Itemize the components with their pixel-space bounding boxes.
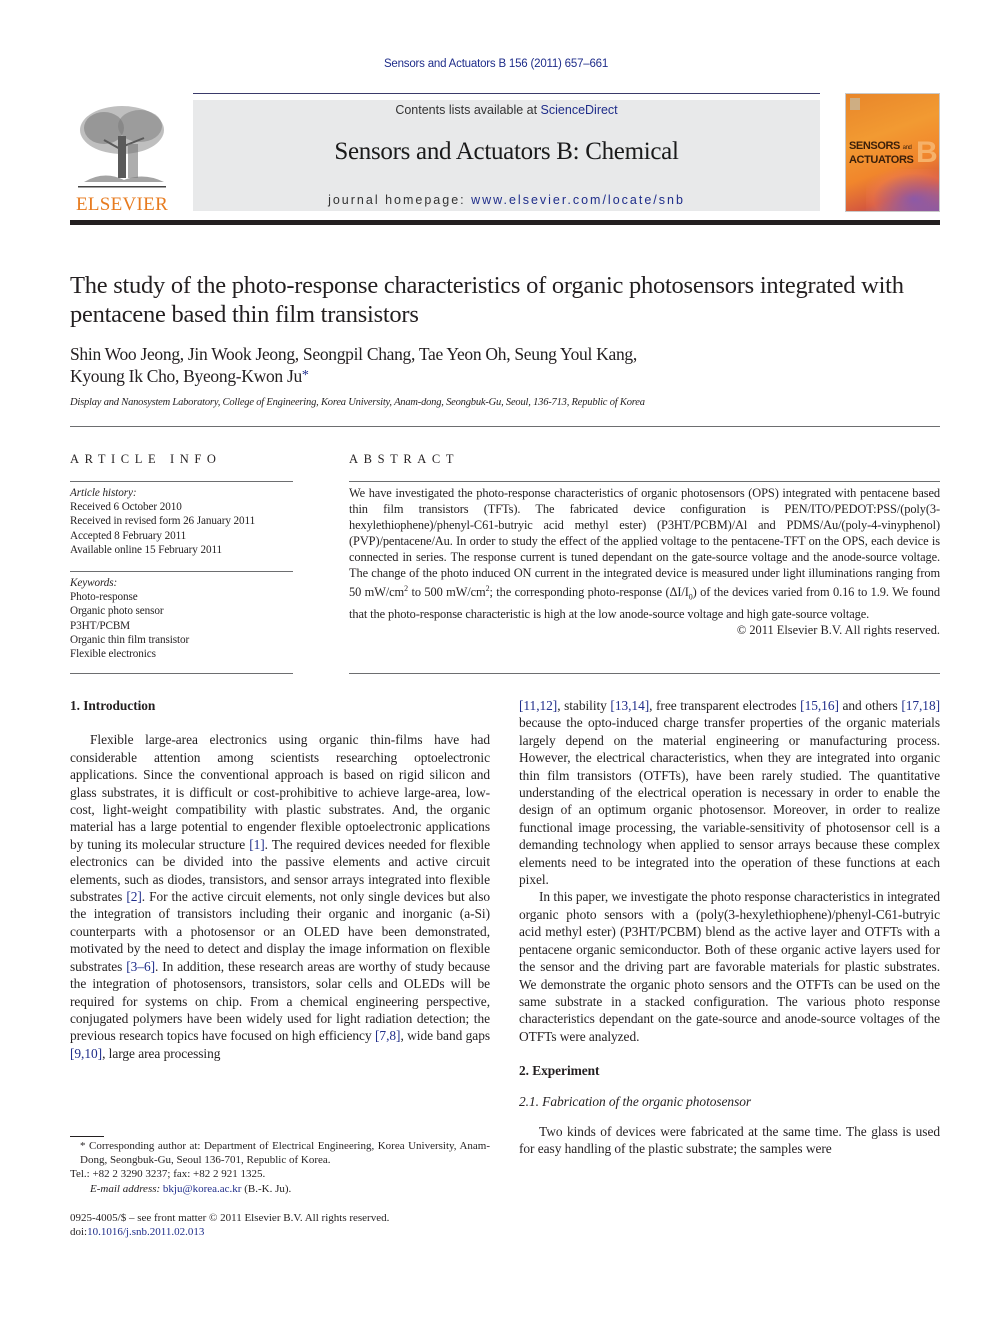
corresponding-author-note: * Corresponding author at: Department of…	[70, 1139, 490, 1167]
contact-phone: Tel.: +82 2 3290 3237; fax: +82 2 921 13…	[70, 1168, 266, 1181]
author-list: Shin Woo Jeong, Jin Wook Jeong, Seongpil…	[70, 343, 940, 387]
subsection-heading-fabrication: 2.1. Fabrication of the organic photosen…	[519, 1093, 752, 1109]
elsevier-tree-icon	[78, 106, 166, 188]
front-matter: 0925-4005/$ – see front matter © 2011 El…	[70, 1211, 490, 1239]
email-label: E-mail address:	[90, 1182, 163, 1195]
history-item: Available online 15 February 2011	[70, 543, 223, 556]
abstract-heading: ABSTRACT	[349, 452, 460, 466]
reference-link[interactable]: [11,12]	[519, 698, 557, 713]
intro-paragraph-2: In this paper, we investigate the photo …	[519, 889, 940, 1044]
intro-paragraph: Flexible large-area electronics using or…	[70, 731, 490, 1062]
cover-title: SENSORS and ACTUATORS	[849, 140, 914, 166]
elsevier-wordmark: ELSEVIER	[75, 194, 169, 215]
body-column-right: [11,12], stability [13,14], free transpa…	[519, 697, 940, 1158]
keywords-heading: Keywords:	[70, 577, 118, 590]
affiliation-divider	[70, 426, 940, 427]
abstract-text: We have investigated the photo-response …	[349, 482, 940, 622]
keyword-item: Flexible electronics	[70, 648, 156, 661]
cover-letter: B	[916, 136, 938, 169]
email-suffix: (B.-K. Ju).	[241, 1182, 292, 1195]
reference-link[interactable]: [9,10]	[70, 1046, 102, 1061]
reference-link[interactable]: [7,8]	[375, 1028, 400, 1043]
journal-citation[interactable]: Sensors and Actuators B 156 (2011) 657–6…	[0, 58, 992, 70]
cover-artwork	[866, 169, 939, 211]
homepage-line: journal homepage: www.elsevier.com/locat…	[193, 193, 820, 207]
history-item: Accepted 8 February 2011	[70, 529, 187, 542]
article-info-heading: ARTICLE INFO	[70, 452, 222, 466]
text-run: and others	[838, 698, 902, 713]
email-link[interactable]: bkju@korea.ac.kr	[163, 1183, 242, 1195]
text-run: , free transparent electrodes	[649, 698, 801, 713]
header-rule	[193, 93, 820, 94]
cover-title-line1: SENSORS	[849, 140, 900, 152]
doi-link[interactable]: 10.1016/j.snb.2011.02.013	[87, 1226, 204, 1238]
text-run: , wide band gaps	[400, 1028, 490, 1044]
section-heading-experiment: 2. Experiment	[519, 1063, 600, 1079]
keywords: Keywords: Photo-response Organic photo s…	[70, 572, 293, 675]
text-run: , stability	[557, 698, 611, 713]
article-history-heading: Article history:	[70, 487, 137, 499]
text-run: , large area processing	[102, 1045, 221, 1061]
contents-prefix: Contents lists available at	[395, 103, 541, 117]
article-title: The study of the photo-response characte…	[70, 272, 904, 328]
journal-cover-image[interactable]: SENSORS and ACTUATORS B	[845, 93, 940, 212]
keyword-item: P3HT/PCBM	[70, 619, 131, 632]
abstract-part: to 500 mW/cm	[408, 585, 486, 600]
history-item: Received in revised form 26 January 2011	[70, 515, 256, 528]
journal-name: Sensors and Actuators B: Chemical	[334, 138, 679, 165]
footnote-text: Corresponding author at: Department of E…	[80, 1140, 490, 1167]
journal-masthead: Contents lists available at ScienceDirec…	[193, 100, 820, 211]
reference-link[interactable]: [13,14]	[610, 698, 649, 713]
journal-homepage-link[interactable]: www.elsevier.com/locate/snb	[471, 193, 685, 207]
text-run: because the opto-induced charge transfer…	[519, 715, 940, 888]
contents-line: Contents lists available at ScienceDirec…	[193, 103, 820, 117]
abstract: ABSTRACT We have investigated the photo-…	[349, 452, 940, 638]
authors-line1: Shin Woo Jeong, Jin Wook Jeong, Seongpil…	[70, 344, 637, 364]
reference-link[interactable]: [2]	[126, 889, 142, 904]
keyword-item: Photo-response	[70, 591, 138, 604]
reference-link[interactable]: [1]	[249, 837, 265, 852]
cover-publisher-mark	[850, 98, 860, 110]
doi-prefix: doi:	[70, 1226, 88, 1239]
abstract-copyright: © 2011 Elsevier B.V. All rights reserved…	[736, 622, 940, 637]
authors-line2: Kyoung Ik Cho, Byeong-Kwon Ju	[70, 366, 302, 386]
history-item: Received 6 October 2010	[70, 501, 182, 514]
email-line: E-mail address: bkju@korea.ac.kr (B.-K. …	[70, 1182, 490, 1196]
reference-link[interactable]: [17,18]	[901, 698, 940, 713]
affiliation: Display and Nanosystem Laboratory, Colle…	[70, 397, 645, 408]
body-column-left: 1. Introduction Flexible large-area elec…	[70, 697, 490, 1062]
experiment-paragraph: Two kinds of devices were fabricated at …	[519, 1123, 940, 1157]
text-run: Flexible large-area electronics using or…	[70, 732, 490, 852]
keyword-item: Organic photo sensor	[70, 605, 164, 618]
sciencedirect-link[interactable]: ScienceDirect	[541, 103, 618, 117]
issn-line: 0925-4005/$ – see front matter © 2011 El…	[70, 1212, 390, 1224]
elsevier-logo[interactable]: ELSEVIER	[70, 100, 174, 215]
homepage-prefix: journal homepage:	[328, 193, 472, 207]
doi-line: doi:10.1016/j.snb.2011.02.013	[70, 1225, 490, 1239]
cover-title-and: and	[902, 145, 912, 151]
intro-paragraph-continued: [11,12], stability [13,14], free transpa…	[519, 697, 940, 888]
abstract-bottom-rule	[349, 673, 940, 674]
corresponding-author-link[interactable]: *	[302, 368, 309, 383]
article-history: Article history: Received 6 October 2010…	[70, 482, 293, 571]
article-info-bottom-rule	[70, 673, 293, 674]
abstract-part: We have investigated the photo-response …	[349, 486, 940, 600]
reference-link[interactable]: [3–6]	[126, 959, 155, 974]
keyword-item: Organic thin film transistor	[70, 633, 190, 646]
masthead-divider	[70, 220, 940, 225]
section-heading-introduction: 1. Introduction	[70, 698, 156, 713]
abstract-part: ; the corresponding photo-response (ΔI/I	[489, 585, 689, 600]
cover-title-line2: ACTUATORS	[849, 154, 914, 166]
article-info: ARTICLE INFO Article history: Received 6…	[70, 452, 293, 675]
reference-link[interactable]: [15,16]	[800, 698, 839, 713]
footnote: * Corresponding author at: Department of…	[70, 1139, 490, 1196]
footnote-rule	[70, 1136, 104, 1137]
